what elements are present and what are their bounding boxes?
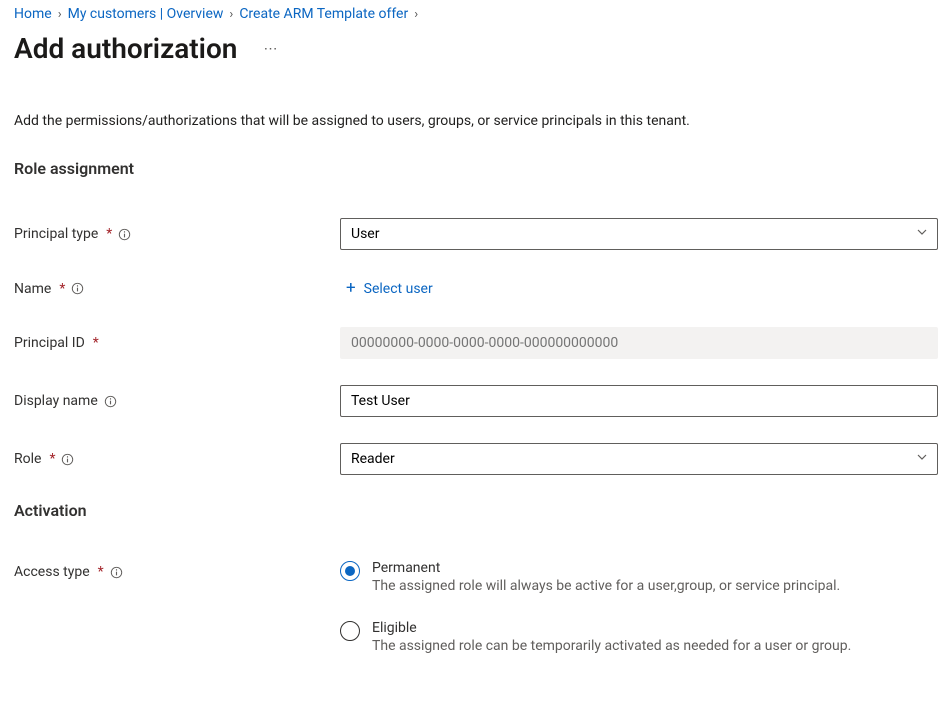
field-name: Name * + Select user: [14, 276, 938, 301]
principal-type-label: Principal type: [14, 226, 98, 242]
field-principal-id: Principal ID *: [14, 327, 938, 359]
radio-icon: [340, 561, 360, 581]
principal-id-input: [340, 327, 938, 359]
radio-icon: [340, 621, 360, 641]
title-row: Add authorization ⋯: [14, 32, 938, 65]
radio-permanent[interactable]: Permanent The assigned role will always …: [340, 560, 938, 594]
field-access-type: Access type * Permanent The assigned rol…: [14, 560, 938, 654]
info-icon[interactable]: [61, 453, 74, 466]
radio-permanent-title: Permanent: [372, 560, 840, 576]
access-type-radio-group: Permanent The assigned role will always …: [340, 560, 938, 654]
role-label: Role: [14, 451, 41, 467]
section-activation: Activation: [14, 501, 938, 520]
field-display-name: Display name: [14, 385, 938, 417]
info-icon[interactable]: [71, 282, 84, 295]
breadcrumb-create-offer[interactable]: Create ARM Template offer: [239, 6, 408, 22]
field-role: Role * Reader: [14, 443, 938, 475]
display-name-input[interactable]: [340, 385, 938, 417]
required-indicator: *: [93, 335, 99, 351]
principal-id-label: Principal ID: [14, 335, 85, 351]
display-name-label: Display name: [14, 393, 98, 409]
field-principal-type: Principal type * User: [14, 218, 938, 250]
page-description: Add the permissions/authorizations that …: [14, 113, 938, 129]
chevron-right-icon: ›: [229, 7, 233, 22]
required-indicator: *: [106, 226, 112, 242]
select-user-button[interactable]: + Select user: [340, 276, 439, 301]
required-indicator: *: [59, 281, 65, 297]
name-label: Name: [14, 281, 51, 297]
info-icon[interactable]: [118, 228, 131, 241]
plus-icon: +: [346, 280, 356, 297]
section-role-assignment: Role assignment: [14, 159, 938, 178]
radio-eligible-desc: The assigned role can be temporarily act…: [372, 638, 851, 654]
radio-eligible[interactable]: Eligible The assigned role can be tempor…: [340, 620, 938, 654]
radio-permanent-desc: The assigned role will always be active …: [372, 578, 840, 594]
required-indicator: *: [49, 451, 55, 467]
required-indicator: *: [98, 564, 104, 580]
access-type-label: Access type: [14, 564, 90, 580]
breadcrumb-home[interactable]: Home: [14, 6, 52, 22]
info-icon[interactable]: [110, 566, 123, 579]
select-user-label: Select user: [364, 281, 433, 297]
chevron-right-icon: ›: [414, 7, 418, 22]
page-title: Add authorization: [14, 32, 237, 65]
breadcrumb-my-customers[interactable]: My customers | Overview: [68, 6, 224, 22]
more-icon[interactable]: ⋯: [259, 39, 283, 59]
radio-eligible-title: Eligible: [372, 620, 851, 636]
role-select[interactable]: Reader: [340, 443, 938, 475]
breadcrumb: Home › My customers | Overview › Create …: [14, 6, 938, 22]
principal-type-select[interactable]: User: [340, 218, 938, 250]
chevron-right-icon: ›: [58, 7, 62, 22]
info-icon[interactable]: [104, 395, 117, 408]
